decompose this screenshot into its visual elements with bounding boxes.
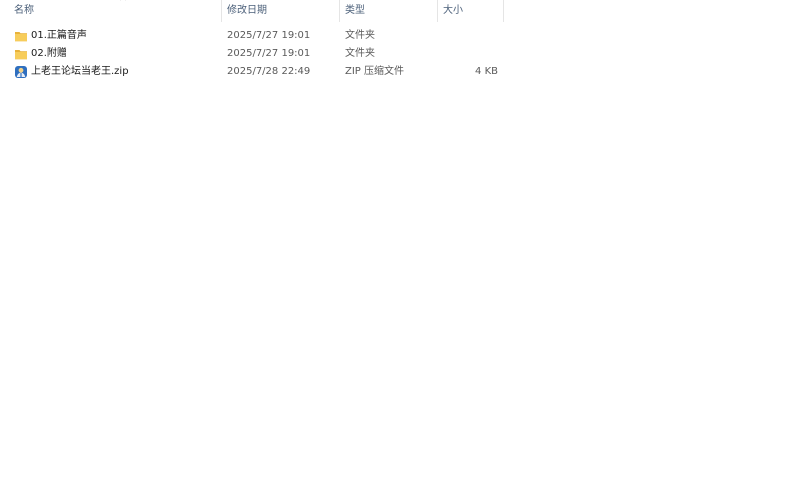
file-name: 02.附赠 xyxy=(31,48,67,59)
file-type: ZIP 压缩文件 xyxy=(345,66,405,77)
file-row[interactable]: 上老王论坛当老王.zip 2025/7/28 22:49 ZIP 压缩文件 4 … xyxy=(0,63,505,81)
file-type: 文件夹 xyxy=(345,30,375,41)
file-rows: 01.正篇音声 2025/7/27 19:01 文件夹 02.附赠 2025/7… xyxy=(0,27,505,81)
file-size xyxy=(440,45,498,63)
column-header-name-label: 名称 xyxy=(14,5,34,16)
sort-ascending-icon xyxy=(120,0,126,1)
column-header-size[interactable]: 大小 xyxy=(438,0,504,22)
file-date: 2025/7/28 22:49 xyxy=(227,66,311,77)
file-list-view: 名称 修改日期 类型 大小 01.正篇音声 2025/7/27 19:01 文件… xyxy=(0,0,800,481)
column-header-type[interactable]: 类型 xyxy=(340,0,438,22)
file-row[interactable]: 01.正篇音声 2025/7/27 19:01 文件夹 xyxy=(0,27,505,45)
column-header-bar: 名称 修改日期 类型 大小 xyxy=(0,0,505,22)
file-size xyxy=(440,27,498,45)
column-header-name[interactable]: 名称 xyxy=(9,0,222,22)
file-date: 2025/7/27 19:01 xyxy=(227,48,311,59)
zip-archive-icon xyxy=(15,66,27,78)
file-row[interactable]: 02.附赠 2025/7/27 19:01 文件夹 xyxy=(0,45,505,63)
file-date: 2025/7/27 19:01 xyxy=(227,30,311,41)
file-size: 4 KB xyxy=(475,66,498,77)
folder-icon xyxy=(15,50,27,60)
file-type: 文件夹 xyxy=(345,48,375,59)
column-header-size-label: 大小 xyxy=(443,5,463,16)
column-header-type-label: 类型 xyxy=(345,5,365,16)
column-header-date[interactable]: 修改日期 xyxy=(222,0,340,22)
column-header-date-label: 修改日期 xyxy=(227,5,267,16)
file-name: 上老王论坛当老王.zip xyxy=(31,66,129,77)
folder-icon xyxy=(15,32,27,42)
file-name: 01.正篇音声 xyxy=(31,30,87,41)
